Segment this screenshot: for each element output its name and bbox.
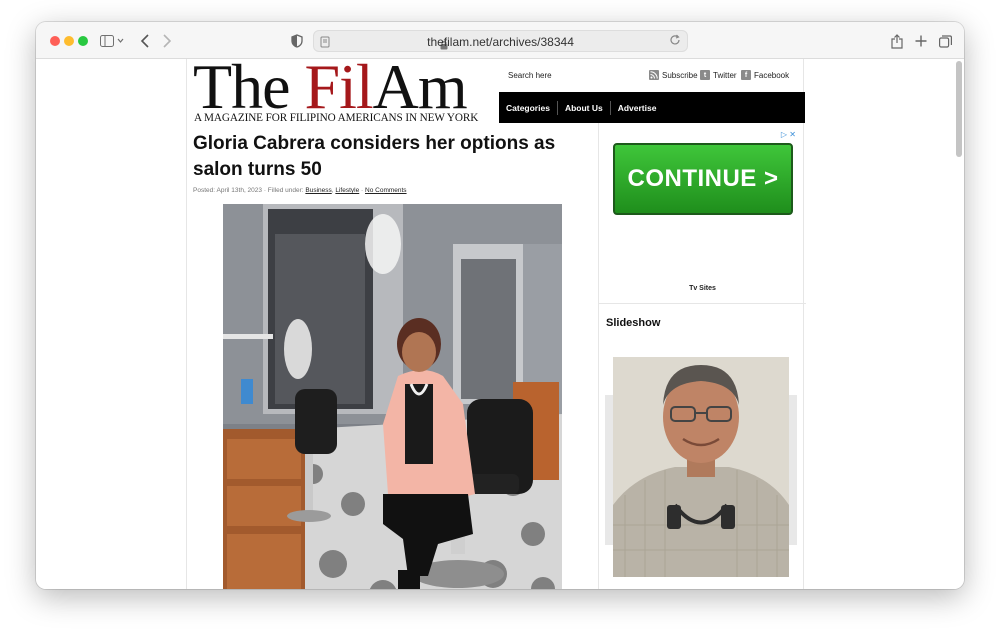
nav-categories[interactable]: Categories <box>506 100 558 115</box>
ad-continue-button[interactable]: CONTINUE > <box>613 143 793 215</box>
minimize-window-button[interactable] <box>64 36 74 46</box>
search-input[interactable]: Search here <box>508 71 552 80</box>
slideshow-image[interactable] <box>605 355 797 579</box>
twitter-label: Twitter <box>713 70 737 80</box>
share-icon[interactable] <box>889 31 905 51</box>
site-logo[interactable]: The FilAm A MAGAZINE FOR FILIPINO AMERIC… <box>193 59 495 125</box>
rss-icon <box>649 70 659 80</box>
close-window-button[interactable] <box>50 36 60 46</box>
post-meta-text: Posted: April 13th, 2023 · Filled under: <box>193 187 306 194</box>
shield-icon[interactable] <box>290 31 304 51</box>
facebook-label: Facebook <box>754 70 790 80</box>
reload-icon[interactable] <box>669 34 681 49</box>
category-business-link[interactable]: Business <box>305 187 331 194</box>
vertical-scrollbar[interactable] <box>956 61 962 157</box>
subscribe-link[interactable]: Subscribe <box>649 70 698 80</box>
ad-caption[interactable]: Tv Sites <box>599 285 806 292</box>
main-nav: Categories About Us Advertise <box>499 92 805 123</box>
sidebar-divider <box>599 303 806 304</box>
facebook-link[interactable]: f Facebook <box>741 70 789 80</box>
browser-toolbar: thefilam.net/archives/38344 <box>36 22 964 59</box>
logo-wordmark: The FilAm <box>193 59 468 122</box>
post-meta: Posted: April 13th, 2023 · Filled under:… <box>193 187 407 194</box>
forward-icon[interactable] <box>160 31 174 51</box>
address-bar[interactable]: thefilam.net/archives/38344 <box>313 30 688 52</box>
twitter-link[interactable]: t Twitter <box>700 70 737 80</box>
comments-link[interactable]: No Comments <box>365 187 407 194</box>
nav-advertise[interactable]: Advertise <box>618 101 664 115</box>
sidebar: ▷ ✕ CONTINUE > Tv Sites Slideshow <box>598 123 806 589</box>
site-tagline: A MAGAZINE FOR FILIPINO AMERICANS IN NEW… <box>194 112 479 124</box>
post-photo <box>223 204 562 589</box>
category-lifestyle-link[interactable]: Lifestyle <box>335 187 359 194</box>
twitter-icon: t <box>700 70 710 80</box>
new-tab-icon[interactable] <box>913 31 929 51</box>
facebook-icon: f <box>741 70 751 80</box>
sidebar-icon[interactable] <box>98 31 126 51</box>
back-icon[interactable] <box>138 31 152 51</box>
slideshow-title: Slideshow <box>606 317 661 329</box>
tabs-overview-icon[interactable] <box>937 31 953 51</box>
page-viewport: The FilAm A MAGAZINE FOR FILIPINO AMERIC… <box>36 59 964 589</box>
post-title: Gloria Cabrera considers her options as … <box>193 133 556 180</box>
subscribe-label: Subscribe <box>662 70 698 80</box>
maximize-window-button[interactable] <box>78 36 88 46</box>
nav-about-us[interactable]: About Us <box>565 100 611 115</box>
adchoices-icon[interactable]: ▷ ✕ <box>781 130 796 139</box>
address-url: thefilam.net/archives/38344 <box>427 35 574 49</box>
browser-window: thefilam.net/archives/38344 The FilAm A … <box>36 22 964 589</box>
site-container: The FilAm A MAGAZINE FOR FILIPINO AMERIC… <box>186 59 806 589</box>
